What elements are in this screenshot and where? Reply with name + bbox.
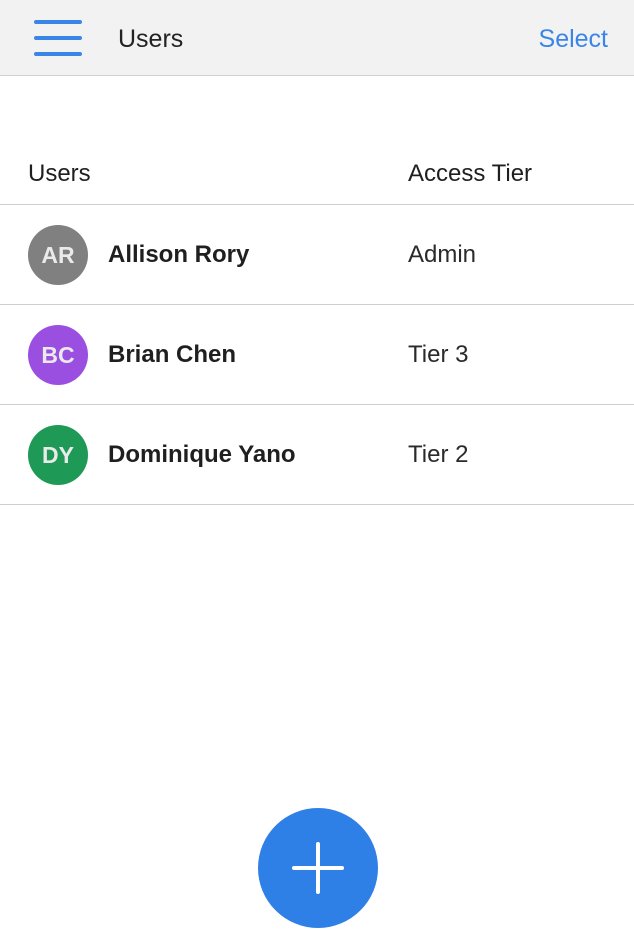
top-app-bar: Users Select [0,0,634,76]
access-tier: Tier 2 [408,441,469,468]
table-row[interactable]: BC Brian Chen Tier 3 [0,305,634,405]
table-row[interactable]: DY Dominique Yano Tier 2 [0,405,634,505]
table-header: Users Access Tier [0,148,634,205]
hamburger-menu-icon[interactable] [34,20,82,58]
users-screen: Users Select Users Access Tier AR Alliso… [0,0,634,952]
user-name: Dominique Yano [108,441,296,468]
avatar: AR [28,225,88,285]
column-header-access-tier: Access Tier [408,160,533,187]
access-tier: Admin [408,241,477,268]
avatar: DY [28,425,88,485]
plus-icon [292,842,344,894]
add-user-button[interactable] [258,808,378,928]
select-button[interactable]: Select [539,24,608,54]
user-name: Allison Rory [108,241,250,268]
column-header-users: Users [28,160,91,187]
user-name: Brian Chen [108,341,237,368]
table-row[interactable]: AR Allison Rory Admin [0,205,634,305]
avatar: BC [28,325,88,385]
access-tier: Tier 3 [408,341,469,368]
page-title: Users [118,25,184,53]
